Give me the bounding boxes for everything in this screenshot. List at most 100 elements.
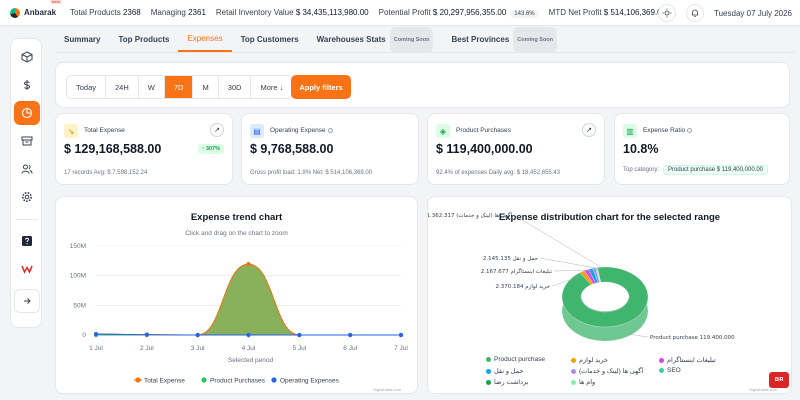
legend-marker xyxy=(486,379,491,385)
tab-label: Top Customers xyxy=(240,35,299,44)
range-option[interactable]: Today xyxy=(67,76,107,98)
box-icon xyxy=(21,51,33,63)
top-category-badge: Product purchase $ 119,400,000.00 xyxy=(663,165,768,175)
info-icon[interactable] xyxy=(687,127,693,133)
filter-card: Today 24H W 7D M 30D More ↓ Apply filters xyxy=(55,62,790,108)
sidebar-item-archive[interactable] xyxy=(14,129,40,153)
legend-item[interactable]: برداشت رضا xyxy=(486,378,528,386)
range-option[interactable]: 7D xyxy=(164,76,194,98)
sidebar-item-settings[interactable] xyxy=(14,185,40,209)
legend-item[interactable]: SEO xyxy=(659,367,681,374)
y-tick-label: 150M xyxy=(70,243,86,250)
stat-label: Managing xyxy=(150,8,186,17)
kpi-footnote: 17 records Avg: $ 7,598,152.24 xyxy=(64,170,148,176)
kpi-footnote: Gross profit load: 1.9% Net: $ 514,106,3… xyxy=(250,170,373,176)
range-option[interactable]: 24H xyxy=(106,76,139,98)
kpi-footnote: Top category: Product purchase $ 119,400,… xyxy=(623,165,768,175)
sidebar-item-reports[interactable] xyxy=(14,101,40,125)
coming-soon-badge: Coming Soon xyxy=(513,27,558,53)
tab-expenses[interactable]: Expenses xyxy=(178,28,232,52)
distribution-chart[interactable]: Product purchase 119.400.000 خرید لوازم 2… xyxy=(428,197,793,395)
mtd-stat: MTD Net Profit $ 514,106,369.00 xyxy=(549,8,666,17)
x-tick-label: 7 Jul xyxy=(394,345,408,352)
apply-filters-button[interactable]: Apply filters xyxy=(291,75,351,99)
report-tabs: Summary Top Products Expenses Top Customers… xyxy=(55,27,795,53)
legend-marker xyxy=(571,368,576,374)
data-point xyxy=(297,332,302,338)
legend-label: برداشت رضا xyxy=(494,379,529,386)
notifications-button[interactable] xyxy=(686,4,705,22)
info-icon[interactable] xyxy=(327,127,333,133)
legend-label: Product Purchases xyxy=(210,378,266,385)
tab-label: Warehouses Stats xyxy=(316,35,386,44)
sidebar-expand-button[interactable] xyxy=(14,289,40,313)
range-option[interactable]: 30D xyxy=(219,76,252,98)
range-option[interactable]: More ↓ xyxy=(251,76,292,98)
open-detail-button[interactable]: ↗ xyxy=(210,123,224,137)
kpi-label: Expense Ratio xyxy=(643,127,693,134)
kpi-total-expense: ↘ Total Expense ↗ $ 129,168,588.00 ↑ 307… xyxy=(55,113,233,185)
tab-summary[interactable]: Summary xyxy=(55,28,109,52)
tab-top-customers[interactable]: Top Customers xyxy=(232,28,308,52)
tab-warehouses-stats[interactable]: Warehouses Stats Coming Soon xyxy=(308,27,443,53)
sidebar-item-products[interactable] xyxy=(14,45,40,69)
range-selector: Today 24H W 7D M 30D More ↓ xyxy=(66,75,294,99)
pie-chart-icon xyxy=(21,107,33,119)
sidebar-item-users[interactable] xyxy=(14,157,40,181)
question-icon xyxy=(22,236,32,246)
legend-label: Operating Expenses xyxy=(280,378,340,385)
range-option[interactable]: M xyxy=(193,76,219,98)
tab-top-products[interactable]: Top Products xyxy=(109,28,178,52)
legend-item[interactable]: Product purchase xyxy=(486,356,545,363)
legend-marker xyxy=(571,357,576,363)
legend-item: Product Purchases xyxy=(201,377,266,385)
legend-label: آگهی ها (لینک و خدمات) xyxy=(579,368,644,375)
stat-value: 2361 xyxy=(188,8,206,17)
data-point xyxy=(195,332,200,338)
legend-marker xyxy=(571,379,576,385)
slice-label: Product purchase 119.400.000 xyxy=(650,335,735,341)
legend-item[interactable]: حمل و نقل xyxy=(486,367,523,375)
x-tick-label: 5 Jul xyxy=(292,345,306,352)
open-detail-button[interactable]: ↗ xyxy=(582,123,596,137)
help-widget-button[interactable]: BIR xyxy=(769,372,789,388)
kpi-value: $ 119,400,000.00 xyxy=(436,142,533,156)
legend-marker xyxy=(659,357,664,363)
kpi-footnote: 92.4% of expenses Daily avg: $ 18,452,65… xyxy=(436,170,561,176)
legend-item[interactable]: خرید لوازم xyxy=(571,356,608,364)
sidebar-item-help[interactable] xyxy=(14,229,40,253)
trend-chart[interactable]: 0 50M 100M 150M 1 Jul 2 Jul 3 Jul 4 Jul 5 Jul 6 J… xyxy=(56,197,419,395)
kpi-value: $ 9,768,588.00 xyxy=(250,142,334,156)
slice-label: خرید لوازم 2.370.184 xyxy=(496,284,550,290)
data-point xyxy=(348,332,353,338)
expense-trend-card: Expense trend chart Click and drag on th… xyxy=(55,196,418,394)
sidebar-item-finance[interactable] xyxy=(14,73,40,97)
donut-hole xyxy=(581,282,629,312)
tab-label: Top Products xyxy=(118,35,170,44)
tab-best-provinces[interactable]: Best Provinces Coming Soon xyxy=(442,27,566,53)
brand-logo[interactable]: Anbarak beta xyxy=(0,0,70,18)
series-area xyxy=(96,264,401,335)
profit-percent-badge: 143.6% xyxy=(510,10,539,18)
theme-toggle-button[interactable] xyxy=(658,4,677,22)
legend-item[interactable]: تبلیغات اینستاگرام xyxy=(659,356,716,364)
data-point xyxy=(246,332,251,338)
users-icon xyxy=(21,164,33,174)
range-option[interactable]: W xyxy=(139,76,165,98)
stat-value: $ 514,106,369.00 xyxy=(603,8,667,17)
kpi-label: Operating Expense xyxy=(270,127,333,134)
w-logo-icon xyxy=(21,265,33,274)
legend-item[interactable]: وام ها xyxy=(571,378,595,386)
profit-stat: Potential Profit $ 20,297,956,355.00 143.… xyxy=(379,8,539,18)
tab-label: Best Provinces xyxy=(451,35,510,44)
kpi-value: $ 129,168,588.00 xyxy=(64,142,162,156)
legend-label: SEO xyxy=(667,367,681,374)
sidebar-item-brand[interactable] xyxy=(14,257,40,281)
chart-credit[interactable]: Highcharts.com xyxy=(373,387,401,392)
x-tick-label: 2 Jul xyxy=(140,345,154,352)
coming-soon-badge: Coming Soon xyxy=(389,27,434,53)
cube-icon: ◈ xyxy=(436,124,450,138)
kpi-label-text: Operating Expense xyxy=(270,127,326,134)
slice-label: حمل و نقل 2.145.135 xyxy=(483,256,538,262)
legend-item[interactable]: آگهی ها (لینک و خدمات) xyxy=(571,367,643,375)
